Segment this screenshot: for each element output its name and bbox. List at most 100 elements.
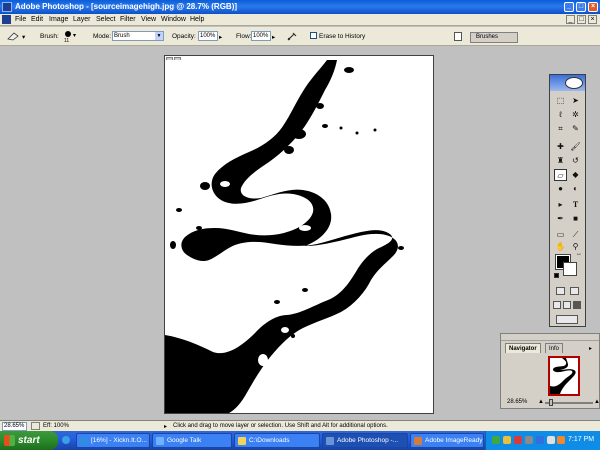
default-colors-icon[interactable] — [554, 273, 559, 278]
menu-view[interactable]: View — [141, 15, 156, 25]
healing-brush-icon[interactable]: ✚ — [554, 141, 567, 153]
menu-file[interactable]: File — [15, 15, 26, 25]
taskbar-task-browser[interactable]: [16%] - Xickn.It.O... — [76, 433, 150, 448]
taskbar-task-imageready[interactable]: Adobe ImageReady — [410, 433, 484, 448]
menu-image[interactable]: Image — [49, 15, 68, 25]
tray-messenger-icon[interactable] — [536, 436, 544, 444]
status-message: Click and drag to move layer or selectio… — [173, 423, 388, 429]
close-button[interactable]: × — [588, 2, 598, 12]
browser-quicklaunch-icon[interactable] — [62, 436, 70, 444]
mode-select[interactable]: Brush ▼ — [112, 31, 164, 41]
tray-app-icon[interactable] — [503, 436, 511, 444]
flow-label: Flow: — [236, 33, 252, 40]
navigator-thumbnail[interactable] — [548, 356, 580, 396]
title-bar: Adobe Photoshop - [sourceimagehigh.jpg @… — [0, 0, 600, 14]
palette-well-brushes-tab[interactable]: Brushes — [470, 32, 518, 43]
tray-security-icon[interactable] — [514, 436, 522, 444]
menu-edit[interactable]: Edit — [31, 15, 43, 25]
eraser-icon[interactable]: ▱ — [554, 169, 567, 181]
brush-preset-picker[interactable]: 11 ▾ — [63, 31, 79, 45]
flow-slider-arrow[interactable]: ▸ — [272, 33, 275, 41]
eraser-icon[interactable] — [6, 31, 20, 41]
move-icon[interactable]: ➤ — [569, 95, 582, 107]
background-color-swatch[interactable] — [563, 262, 577, 276]
blur-icon[interactable]: ● — [554, 183, 567, 195]
shape-icon[interactable]: ■ — [569, 213, 582, 225]
jump-to-imageready-icon[interactable] — [556, 315, 578, 324]
palette-title-bar[interactable] — [501, 334, 599, 341]
flow-input[interactable]: 100% — [251, 31, 271, 41]
menu-window[interactable]: Window — [161, 15, 186, 25]
menu-help[interactable]: Help — [190, 15, 204, 25]
folder-icon — [238, 437, 246, 445]
clock[interactable]: 7:17 PM — [568, 436, 594, 443]
doc-close-button[interactable]: × — [588, 15, 597, 24]
zoom-out-icon[interactable]: ▲ — [538, 399, 544, 405]
brush-icon[interactable]: 🖌 — [569, 141, 582, 153]
notes-icon[interactable]: ▭ — [554, 229, 567, 241]
paint-bucket-icon[interactable]: ◆ — [569, 169, 582, 181]
menu-filter[interactable]: Filter — [120, 15, 136, 25]
swap-colors-icon[interactable]: ↔ — [576, 251, 582, 257]
minimize-button[interactable]: _ — [564, 2, 574, 12]
task-label: Adobe ImageReady — [425, 437, 483, 444]
navigator-zoom-value[interactable]: 28.65% — [507, 399, 527, 405]
zoom-in-icon[interactable]: ▲ — [594, 399, 600, 405]
tray-update-icon[interactable] — [557, 436, 565, 444]
erase-history-checkbox[interactable] — [310, 32, 317, 39]
document-icon[interactable] — [2, 15, 11, 24]
taskbar-task-google-talk[interactable]: Google Talk — [152, 433, 232, 448]
full-screen-mode-icon[interactable] — [573, 301, 581, 309]
chevron-down-icon: ▼ — [155, 32, 163, 40]
tab-info[interactable]: Info — [545, 343, 564, 353]
palette-menu-arrow[interactable]: ▸ — [589, 345, 592, 352]
navigator-zoom-slider[interactable] — [545, 399, 593, 406]
tray-network-icon[interactable] — [492, 436, 500, 444]
opacity-input[interactable]: 100% — [198, 31, 218, 41]
tool-preset-arrow[interactable]: ▾ — [22, 33, 25, 41]
doc-minimize-button[interactable]: _ — [566, 15, 575, 24]
tab-navigator[interactable]: Navigator — [505, 343, 541, 353]
opacity-slider-arrow[interactable]: ▸ — [219, 33, 222, 41]
full-screen-menu-mode-icon[interactable] — [563, 301, 571, 309]
quick-mask-icon[interactable] — [570, 287, 579, 295]
doc-restore-button[interactable]: □ — [577, 15, 586, 24]
eyedropper-icon[interactable]: ⟋ — [569, 229, 582, 241]
status-zoom-input[interactable]: 28.65% — [2, 422, 27, 431]
file-browser-icon[interactable] — [454, 32, 462, 41]
history-brush-icon[interactable]: ↺ — [569, 155, 582, 167]
dodge-icon[interactable]: ◐ — [569, 183, 582, 195]
mode-value: Brush — [114, 33, 130, 39]
start-label: start — [18, 435, 40, 446]
tray-search-icon[interactable] — [525, 436, 533, 444]
standard-mode-icon[interactable] — [556, 287, 565, 295]
status-arrow-icon[interactable]: ▸ — [164, 423, 167, 430]
crop-icon[interactable]: ⌗ — [554, 123, 567, 135]
tray-volume-icon[interactable] — [547, 436, 555, 444]
slice-icon[interactable]: ✎ — [569, 123, 582, 135]
document-window[interactable] — [164, 55, 434, 414]
zoom-slider-knob[interactable] — [549, 399, 554, 406]
path-selection-icon[interactable]: ▸ — [554, 199, 567, 211]
hand-icon[interactable]: ✋ — [554, 241, 567, 253]
standard-screen-mode-icon[interactable] — [553, 301, 561, 309]
marquee-icon[interactable]: ⬚ — [554, 95, 567, 107]
document-info[interactable]: Eff: 100% — [43, 423, 69, 429]
photoshop-eye-icon[interactable] — [565, 77, 583, 89]
navigator-palette: Navigator Info ▸ 28.65% ▲ ▲ — [500, 333, 600, 409]
lasso-icon[interactable]: ℓ — [554, 109, 567, 121]
taskbar-task-photoshop[interactable]: Adobe Photoshop -... — [322, 433, 408, 448]
clone-stamp-icon[interactable]: ♜ — [554, 155, 567, 167]
airbrush-icon[interactable] — [286, 31, 298, 42]
start-button[interactable]: start — [0, 431, 58, 450]
menu-layer[interactable]: Layer — [73, 15, 91, 25]
magic-wand-icon[interactable]: ✲ — [569, 109, 582, 121]
brush-label: Brush: — [40, 33, 59, 40]
type-icon[interactable]: T — [569, 199, 582, 211]
canvas-image[interactable] — [165, 60, 433, 413]
pen-icon[interactable]: ✒ — [554, 213, 567, 225]
toolbox-header[interactable] — [550, 75, 585, 91]
maximize-button[interactable]: □ — [576, 2, 586, 12]
menu-select[interactable]: Select — [96, 15, 115, 25]
taskbar-task-downloads[interactable]: C:\Downloads — [234, 433, 320, 448]
